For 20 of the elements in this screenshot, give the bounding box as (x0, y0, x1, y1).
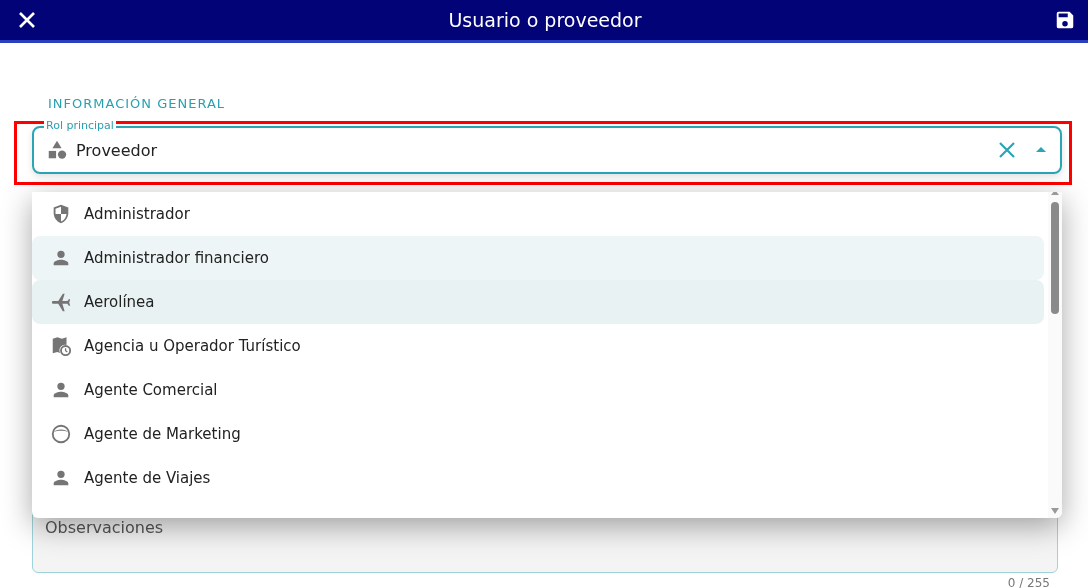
select-value: Proveedor (76, 140, 159, 160)
field-label: Rol principal (44, 119, 116, 133)
dropdown-option[interactable]: Administrador financiero (32, 236, 1044, 280)
dropdown-option[interactable]: Agente de Viajes (32, 456, 1044, 500)
dropdown-option[interactable]: Agente de Marketing (32, 412, 1044, 456)
clear-icon[interactable] (998, 141, 1016, 159)
plane-icon (50, 291, 72, 313)
map-clock-icon (50, 335, 72, 357)
head-icon (50, 423, 72, 445)
close-icon[interactable] (18, 11, 36, 29)
dropdown-option[interactable]: Aerolínea (32, 280, 1044, 324)
dropdown-option[interactable]: Agencia u Operador Turístico (32, 324, 1044, 368)
caret-icon[interactable] (1034, 145, 1048, 155)
scrollbar[interactable] (1048, 192, 1062, 518)
dropdown-option[interactable]: Administrador (32, 192, 1044, 236)
window-title: Usuario o proveedor (448, 9, 642, 31)
save-icon[interactable] (1054, 9, 1076, 31)
shapes-icon (46, 139, 68, 161)
dropdown-option[interactable]: Agente Comercial (32, 368, 1044, 412)
char-counter: 0 / 255 (1007, 576, 1050, 588)
